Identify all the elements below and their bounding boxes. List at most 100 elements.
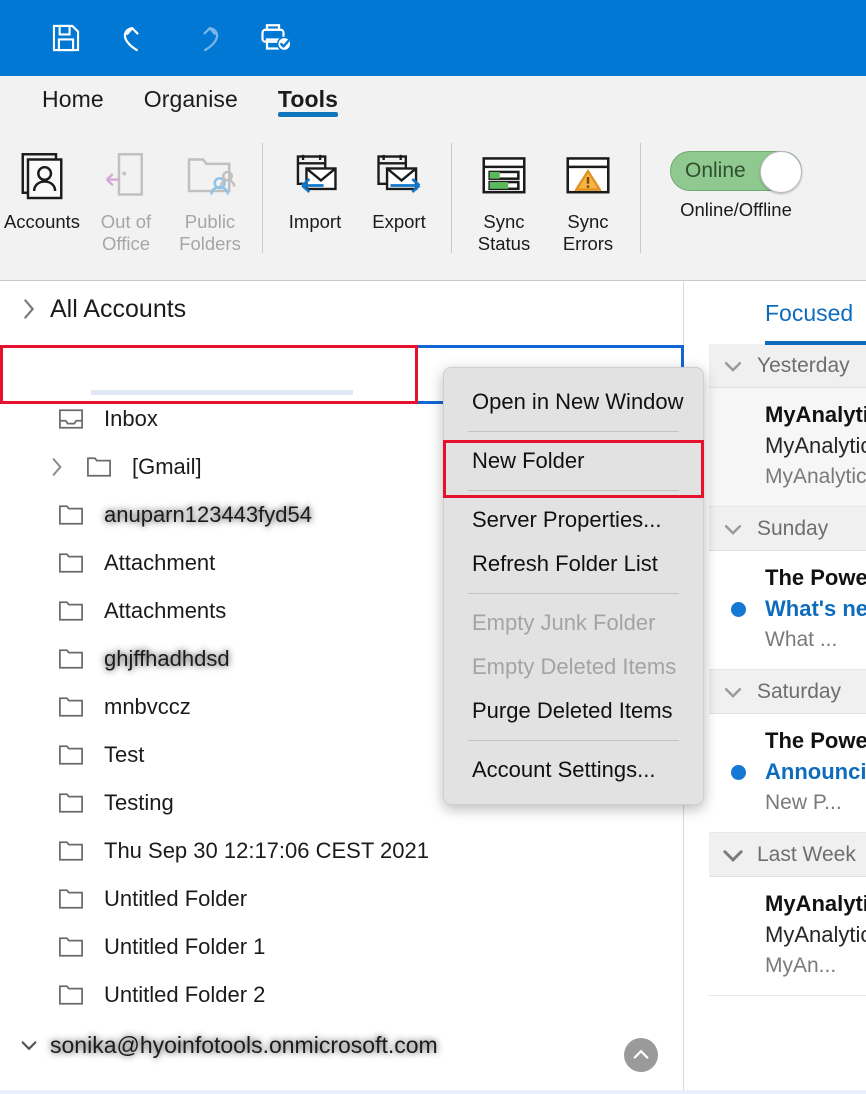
message-group-header-saturday[interactable]: Saturday bbox=[709, 670, 866, 714]
sidebar-item-untitled-folder-2[interactable]: Untitled Folder 2 bbox=[0, 971, 683, 1019]
chevron-down-icon[interactable] bbox=[709, 355, 757, 377]
folder-icon bbox=[50, 694, 92, 720]
ribbon-group-sync: Sync Status Sync Errors bbox=[462, 137, 630, 265]
inbox-icon bbox=[50, 406, 92, 432]
menu-item-new-folder-label: New Folder bbox=[472, 448, 585, 473]
message-subject: MyAnalytics | ... bbox=[765, 922, 866, 947]
chevron-down-icon[interactable] bbox=[709, 842, 757, 868]
sidebar-item-untitled-folder-2-label: Untitled Folder 2 bbox=[104, 982, 266, 1007]
ribbon-separator-2 bbox=[451, 143, 452, 253]
message-subject-text: Announcing ... bbox=[765, 759, 866, 784]
ribbon-button-export[interactable]: Export bbox=[357, 137, 441, 263]
ribbon-button-out-of-office[interactable]: Out of Office bbox=[84, 137, 168, 263]
message-subject-text: What's new ... bbox=[765, 596, 866, 621]
menu-item-refresh-folder-list[interactable]: Refresh Folder List bbox=[444, 542, 703, 586]
message-list-item[interactable]: MyAnalytics MyAnalytics | ... MyAnalytic… bbox=[709, 388, 866, 507]
message-group-header-sunday[interactable]: Sunday bbox=[709, 507, 866, 551]
menu-item-purge-deleted-items[interactable]: Purge Deleted Items bbox=[444, 689, 703, 733]
sidebar-item-folder-redacted-2-label: ghjffhadhdsd bbox=[104, 646, 230, 671]
ribbon-button-accounts[interactable]: Accounts bbox=[0, 137, 84, 263]
sidebar-item-testing-label: Testing bbox=[104, 790, 174, 815]
ribbon-tabstrip: Home Organise Tools bbox=[0, 76, 866, 137]
folder-icon bbox=[78, 454, 120, 480]
save-icon[interactable] bbox=[46, 18, 86, 58]
message-group-header-yesterday[interactable]: Yesterday bbox=[709, 344, 866, 388]
chevron-right-icon[interactable] bbox=[36, 457, 78, 477]
chevron-down-icon[interactable] bbox=[709, 518, 757, 540]
message-sender: MyAnalytics bbox=[765, 891, 866, 916]
tab-tools-label: Tools bbox=[277, 86, 339, 112]
folder-icon bbox=[50, 838, 92, 864]
menu-item-purge-deleted-items-label: Purge Deleted Items bbox=[472, 698, 673, 723]
ribbon-button-sync-errors[interactable]: Sync Errors bbox=[546, 137, 630, 263]
menu-separator bbox=[468, 593, 679, 594]
sidebar-item-untitled-folder-label: Untitled Folder bbox=[104, 886, 248, 911]
message-subject: MyAnalytics | ... bbox=[765, 433, 866, 458]
window-bottom-strip bbox=[0, 1090, 866, 1094]
undo-icon[interactable] bbox=[116, 18, 156, 58]
message-subject: What's new ... bbox=[731, 593, 866, 625]
sidebar-item-attachments-label: Attachments bbox=[104, 598, 227, 623]
chevron-down-icon[interactable] bbox=[8, 1035, 50, 1055]
sidebar-item-test-label: Test bbox=[104, 742, 145, 767]
message-list-pane[interactable]: Focused Yesterday MyAnalytics MyAnalytic… bbox=[709, 282, 866, 1094]
chevron-down-icon[interactable] bbox=[709, 681, 757, 703]
online-toggle-knob[interactable] bbox=[760, 151, 802, 193]
message-preview: MyAn... bbox=[765, 954, 837, 977]
online-toggle-state-label: Online bbox=[685, 159, 746, 182]
ribbon-button-out-of-office-label: Out of Office bbox=[100, 211, 152, 254]
pivot-focused[interactable]: Focused bbox=[709, 282, 866, 344]
tab-home-label: Home bbox=[42, 86, 104, 112]
ribbon-button-public-folders[interactable]: Public Folders bbox=[168, 137, 252, 263]
sidebar-item-untitled-folder-1[interactable]: Untitled Folder 1 bbox=[0, 923, 683, 971]
sync-errors-icon bbox=[561, 147, 615, 207]
folder-icon bbox=[50, 934, 92, 960]
sidebar-item-gmail-label: [Gmail] bbox=[132, 454, 202, 479]
menu-item-empty-junk-folder-label: Empty Junk Folder bbox=[472, 610, 656, 635]
sidebar-item-date-folder[interactable]: Thu Sep 30 12:17:06 CEST 2021 bbox=[0, 827, 683, 875]
tab-organise[interactable]: Organise bbox=[124, 76, 258, 113]
sidebar-item-untitled-folder[interactable]: Untitled Folder bbox=[0, 875, 683, 923]
message-list-item[interactable]: The Power ... What's new ... What ... bbox=[709, 551, 866, 670]
ribbon-toolbar: Accounts Out of Office Public Folders Im… bbox=[0, 137, 866, 281]
context-menu[interactable]: Open in New Window New Folder Server Pro… bbox=[443, 367, 704, 805]
folder-icon bbox=[50, 982, 92, 1008]
message-subject: Announcing ... bbox=[731, 756, 866, 788]
quick-access-toolbar bbox=[0, 0, 866, 76]
menu-separator bbox=[468, 490, 679, 491]
folder-icon bbox=[50, 598, 92, 624]
sidebar-item-attachment-label: Attachment bbox=[104, 550, 216, 575]
menu-separator bbox=[468, 740, 679, 741]
sync-status-icon bbox=[477, 147, 531, 207]
sidebar-item-all-accounts[interactable]: All Accounts bbox=[0, 282, 683, 336]
menu-item-server-properties[interactable]: Server Properties... bbox=[444, 498, 703, 542]
online-offline-toggle[interactable]: Online bbox=[670, 151, 802, 193]
message-list-item[interactable]: MyAnalytics MyAnalytics | ... MyAn... bbox=[709, 877, 866, 996]
menu-item-open-in-new-window-label: Open in New Window bbox=[472, 389, 684, 414]
message-preview: MyAnalytics ... bbox=[765, 465, 866, 488]
sidebar-item-second-account[interactable]: sonika@hyoinfotools.onmicrosoft.com bbox=[0, 1019, 683, 1071]
folder-icon bbox=[50, 742, 92, 768]
message-group-header-yesterday-label: Yesterday bbox=[757, 353, 850, 377]
ribbon-button-sync-status[interactable]: Sync Status bbox=[462, 137, 546, 263]
message-list-item[interactable]: The Power ... Announcing ... New P... bbox=[709, 714, 866, 833]
chevron-collapse-button[interactable] bbox=[624, 1038, 658, 1072]
chevron-right-icon[interactable] bbox=[8, 298, 50, 320]
message-group-header-saturday-label: Saturday bbox=[757, 679, 842, 703]
menu-item-new-folder[interactable]: New Folder bbox=[444, 439, 703, 483]
tab-tools[interactable]: Tools bbox=[258, 76, 358, 117]
message-sender: The Power ... bbox=[765, 728, 866, 753]
menu-item-empty-junk-folder: Empty Junk Folder bbox=[444, 601, 703, 645]
message-preview: New P... bbox=[765, 791, 842, 814]
message-group-header-last-week[interactable]: Last Week bbox=[709, 833, 866, 877]
menu-item-refresh-folder-list-label: Refresh Folder List bbox=[472, 551, 658, 576]
menu-item-account-settings[interactable]: Account Settings... bbox=[444, 748, 703, 792]
ribbon-button-import[interactable]: Import bbox=[273, 137, 357, 263]
ribbon-group-accounts: Accounts Out of Office Public Folders bbox=[0, 137, 252, 265]
tab-active-underline bbox=[277, 112, 339, 117]
menu-item-open-in-new-window[interactable]: Open in New Window bbox=[444, 380, 703, 424]
ribbon-button-public-folders-label: Public Folders bbox=[179, 211, 241, 254]
import-icon bbox=[286, 147, 344, 207]
tab-home[interactable]: Home bbox=[22, 76, 124, 113]
print-check-icon[interactable] bbox=[256, 18, 296, 58]
